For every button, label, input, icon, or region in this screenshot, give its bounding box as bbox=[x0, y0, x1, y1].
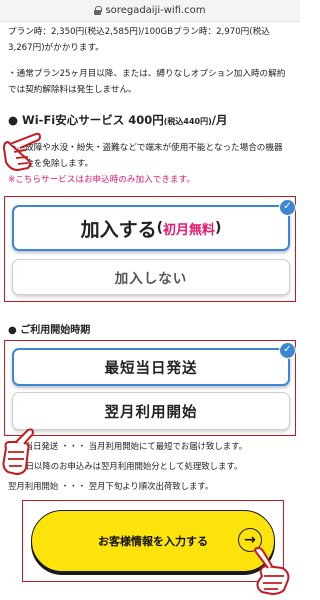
start-period-notes: 最短当日発送 ・・・ 当月利用開始にて最短でお届け致します。 ※26日以降のお申… bbox=[0, 436, 300, 496]
url-text: soregadaiji-wifi.com bbox=[105, 5, 206, 16]
check-icon: ✓ bbox=[279, 342, 296, 359]
pointing-hand-icon bbox=[2, 428, 35, 476]
start-option-highlight-box: 最短当日発送 ✓ 翌月利用開始 bbox=[4, 340, 296, 436]
option-next-month-button[interactable]: 翌月利用開始 bbox=[12, 392, 290, 430]
start-period-heading: ● ご利用開始時期 bbox=[8, 325, 91, 336]
cta-highlight-box: お客様情報を入力する → bbox=[22, 500, 284, 582]
note-next-month: 翌月利用開始 ・・・ 翌月下旬より順次出荷致します。 bbox=[8, 481, 214, 491]
heading-tax: (税込440円) bbox=[163, 117, 212, 126]
bullet: ● bbox=[8, 113, 19, 127]
wifi-service-heading: ● Wi-Fi安心サービス 400円(税込440円)/月 bbox=[0, 112, 300, 128]
cta-label: お客様情報を入力する bbox=[98, 535, 208, 548]
option-next-month-label: 翌月利用開始 bbox=[104, 404, 198, 421]
wifi-service-desc-1: 自然故障や水没・紛失・盗難などで端末が使用不能となった場合の機器 bbox=[8, 143, 283, 153]
option-fastest-ship-label: 最短当日発送 bbox=[104, 360, 198, 377]
wifi-service-desc-2: 損害金を免除します。 bbox=[8, 159, 94, 169]
cancellation-note: ・通常プラン25ヶ月目以降、または、縛りなしオプション加入時の解約では契約解除料… bbox=[8, 69, 286, 95]
note-cutoff: ※26日以降のお申込みは翌月利用開始分として処理致します。 bbox=[8, 461, 243, 471]
enter-customer-info-button[interactable]: お客様情報を入力する → bbox=[31, 510, 275, 572]
pointing-hand-icon bbox=[254, 546, 290, 596]
browser-url-bar[interactable]: soregadaiji-wifi.com bbox=[0, 0, 300, 22]
check-icon: ✓ bbox=[279, 199, 296, 216]
option-nojoin-label: 加入しない bbox=[114, 271, 188, 287]
pointing-hand-icon bbox=[2, 132, 42, 172]
option-join-button[interactable]: 加入する(初月無料) ✓ bbox=[12, 199, 296, 251]
heading-per-month: /月 bbox=[211, 113, 228, 127]
note-fastest: 最短当日発送 ・・・ 当月利用開始にて最短でお届け致します。 bbox=[8, 441, 247, 451]
heading-main: Wi-Fi安心サービス 400円 bbox=[18, 113, 164, 127]
price-text: プラン時：2,350円(税込2,585円)/100GBプラン時：2,970円(税… bbox=[8, 27, 270, 53]
first-month-free-label: 初月無料 bbox=[163, 222, 216, 238]
option-fastest-ship-button[interactable]: 最短当日発送 ✓ bbox=[12, 342, 296, 386]
wifi-option-highlight-box: 加入する(初月無料) ✓ 加入しない bbox=[4, 196, 296, 302]
paren-close: ) bbox=[215, 220, 222, 236]
option-join-label: 加入する bbox=[80, 218, 157, 241]
lock-icon bbox=[94, 6, 103, 15]
option-nojoin-button[interactable]: 加入しない bbox=[12, 259, 290, 295]
wifi-service-warning: ※こちらサービスはお申込時のみ加入できます。 bbox=[8, 175, 195, 185]
